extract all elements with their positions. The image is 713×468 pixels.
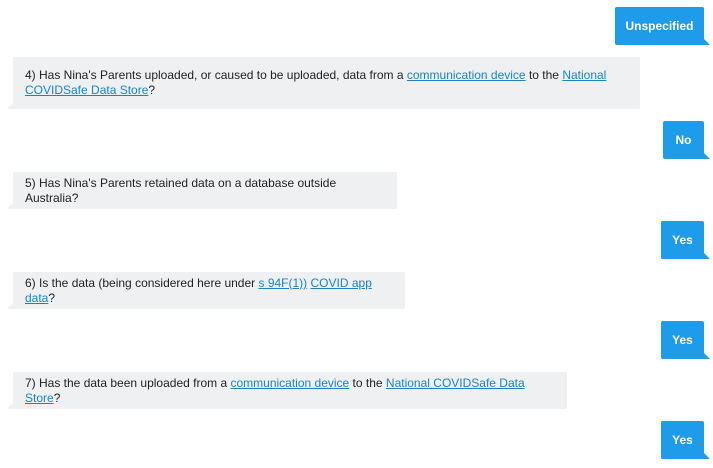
question-bubble-6: 6) Is the data (being considered here un… [7, 272, 405, 309]
question-bubble-7: 7) Has the data been uploaded from a com… [7, 372, 567, 409]
answer-label: Yes [672, 233, 693, 247]
answer-bubble-no[interactable]: No [663, 121, 710, 159]
question-text: 4) Has Nina's Parents uploaded, or cause… [25, 68, 607, 97]
section-94f-link[interactable]: s 94F(1)) [258, 276, 307, 290]
question-bubble-5: 5) Has Nina's Parents retained data on a… [7, 172, 397, 209]
answer-label: Yes [672, 433, 693, 447]
communication-device-link[interactable]: communication device [230, 376, 349, 390]
question-text: 7) Has the data been uploaded from a com… [25, 375, 525, 405]
communication-device-link[interactable]: communication device [407, 68, 526, 82]
answer-bubble-unspecified[interactable]: Unspecified [615, 7, 710, 45]
answer-bubble-yes[interactable]: Yes [661, 321, 710, 359]
answer-bubble-yes[interactable]: Yes [661, 221, 710, 259]
answer-label: Yes [672, 333, 693, 347]
answer-bubble-yes[interactable]: Yes [661, 421, 710, 459]
answer-label: No [675, 133, 692, 147]
question-text: 5) Has Nina's Parents retained data on a… [25, 175, 337, 205]
question-bubble-4: 4) Has Nina's Parents uploaded, or cause… [7, 57, 640, 109]
question-text: 6) Is the data (being considered here un… [25, 275, 372, 305]
answer-label: Unspecified [625, 19, 694, 33]
